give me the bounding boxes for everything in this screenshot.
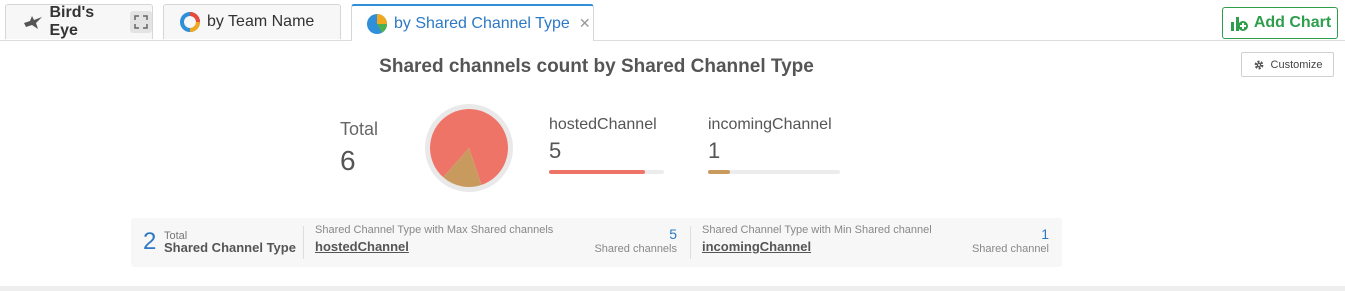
tab-bar: Bird's Eye by Team Name by Shared Channe… — [0, 0, 1345, 41]
pie-chart — [425, 104, 513, 192]
tab-label: by Shared Channel Type — [394, 14, 570, 32]
donut-chart-icon — [179, 11, 201, 33]
tab-label: Bird's Eye — [49, 4, 95, 39]
summary-type-label: Shared Channel Type — [164, 240, 296, 255]
bottom-divider — [0, 286, 1345, 291]
customize-button[interactable]: Customize — [1241, 52, 1334, 77]
tab-label: by Team Name — [207, 13, 315, 30]
max-value: 5 — [669, 226, 677, 242]
max-name-link[interactable]: hostedChannel — [315, 239, 409, 254]
max-label: Shared Channel Type with Max Shared chan… — [315, 224, 554, 236]
series-bar-fill — [708, 170, 730, 174]
close-icon[interactable]: ✕ — [579, 15, 591, 32]
pie-chart-icon — [366, 13, 388, 35]
series-value: 1 — [708, 138, 721, 163]
summary-panel: 2 Total Shared Channel Type Shared Chann… — [131, 218, 1062, 267]
total-value: 6 — [340, 145, 356, 176]
min-name-link[interactable]: incomingChannel — [702, 239, 811, 254]
min-value: 1 — [1041, 226, 1049, 242]
series-bar-track — [549, 170, 664, 174]
summary-count: 2 — [143, 228, 157, 255]
expand-icon[interactable] — [129, 11, 152, 33]
summary-divider — [303, 226, 304, 259]
series-value: 5 — [549, 138, 562, 163]
add-chart-label: Add Chart — [1253, 14, 1332, 31]
chart-title: Shared channels count by Shared Channel … — [379, 56, 814, 77]
max-unit: Shared channels — [594, 243, 677, 255]
tab-birds-eye[interactable]: Bird's Eye — [5, 4, 153, 39]
gear-icon — [1254, 60, 1263, 69]
series-name: incomingChannel — [708, 116, 832, 133]
series-incoming-channel: incomingChannel 1 — [708, 116, 840, 174]
add-chart-icon — [1230, 17, 1248, 31]
series-hosted-channel: hostedChannel 5 — [549, 116, 664, 174]
min-unit: Shared channel — [971, 243, 1049, 255]
add-chart-button[interactable]: Add Chart — [1222, 7, 1338, 39]
tab-by-shared-channel-type[interactable]: by Shared Channel Type ✕ — [351, 4, 594, 41]
total-label: Total — [340, 119, 379, 139]
summary-divider — [690, 226, 691, 259]
customize-label: Customize — [1270, 58, 1323, 71]
series-bar-fill — [549, 170, 645, 174]
series-name: hostedChannel — [549, 116, 657, 133]
series-bar-track — [708, 170, 840, 174]
bird-icon — [23, 11, 43, 33]
min-label: Shared Channel Type with Min Shared chan… — [702, 224, 932, 236]
tab-by-team-name[interactable]: by Team Name — [163, 4, 341, 39]
